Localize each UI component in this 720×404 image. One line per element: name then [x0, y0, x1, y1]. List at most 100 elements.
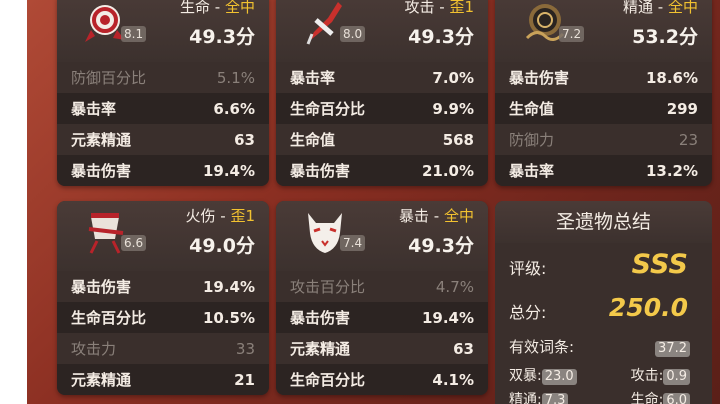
goblet-artifact-icon: [79, 207, 133, 259]
substat-value: 13.2%: [645, 161, 698, 180]
main-stat-label: 火伤 - 歪1: [185, 205, 255, 226]
main-stat-separator: -: [210, 0, 225, 16]
total-score-value: 250.0: [608, 293, 688, 322]
roll-tag: 歪1: [230, 207, 255, 225]
substat-row: 生命百分比 10.5%: [57, 302, 269, 333]
substat-name: 元素精通: [290, 340, 351, 358]
main-stat-separator: -: [653, 0, 668, 16]
artifact-card-goblet[interactable]: 6.6 火伤 - 歪1 49.0分 暴击伤害 19.4% 生命百分比 10.5% 攻击力 33 元…: [57, 201, 269, 395]
artifact-level-badge: 7.2: [559, 26, 585, 42]
substat-list: 攻击百分比 4.7% 暴击伤害 19.4% 元素精通 63 生命百分比 4.1%: [276, 271, 488, 395]
substat-list: 暴击伤害 18.6% 生命值 299 防御力 23 暴击率 13.2%: [495, 62, 712, 186]
substat-name: 暴击伤害: [71, 278, 132, 296]
substat-row: 生命百分比 4.1%: [276, 364, 488, 395]
substat-row: 暴击伤害 19.4%: [57, 271, 269, 302]
substat-row: 元素精通 21: [57, 364, 269, 395]
card-header: 7.4 暴击 - 全中 49.3分: [276, 201, 488, 271]
card-header: 8.0 攻击 - 歪1 49.3分: [276, 0, 488, 62]
main-stat-name: 暴击: [399, 207, 430, 225]
artifact-card-sands[interactable]: 7.2 精通 - 全中 53.2分 暴击伤害 18.6% 生命值 299 防御力 23 暴击率 13…: [495, 0, 712, 186]
artifact-card-flower[interactable]: 8.1 生命 - 全中 49.3分 防御百分比 5.1% 暴击率 6.6% 元素精通 63 暴击伤…: [57, 0, 269, 186]
roll-tag: 全中: [443, 207, 474, 225]
card-header: 8.1 生命 - 全中 49.3分: [57, 0, 269, 62]
summary-title: 圣遗物总结: [495, 201, 712, 243]
substat-name: 防御力: [509, 131, 555, 149]
main-stat-name: 火伤: [185, 207, 216, 225]
substat-name: 暴击伤害: [290, 309, 351, 327]
rating-label: 评级:: [509, 259, 547, 278]
substat-list: 防御百分比 5.1% 暴击率 6.6% 元素精通 63 暴击伤害 19.4%: [57, 62, 269, 186]
mask-artifact-icon: [298, 207, 352, 259]
artifact-score: 49.3分: [189, 26, 255, 48]
main-stat-label: 生命 - 全中: [180, 0, 255, 17]
substat-value: 19.4%: [202, 161, 255, 180]
substat-value: 4.7%: [435, 277, 474, 296]
substat-name: 生命值: [290, 131, 336, 149]
substat-row: 暴击率 13.2%: [495, 155, 712, 186]
substat-row: 暴击伤害 18.6%: [495, 62, 712, 93]
crit-value: 23.0: [541, 369, 577, 385]
substat-name: 防御百分比: [71, 69, 147, 87]
main-stat-separator: -: [434, 0, 450, 16]
substat-row: 暴击伤害 19.4%: [276, 302, 488, 333]
atk-value: 0.9: [663, 369, 690, 385]
substat-value: 63: [453, 339, 474, 358]
crit-label: 双暴:: [509, 368, 542, 384]
substat-name: 攻击百分比: [290, 278, 366, 296]
atk-label: 攻击:: [630, 368, 664, 384]
substat-row: 暴击率 7.0%: [276, 62, 488, 93]
main-stat-label: 暴击 - 全中: [399, 205, 474, 226]
flower-artifact-icon: [79, 0, 133, 50]
artifact-score: 49.3分: [408, 26, 474, 48]
hp-value: 6.0: [663, 393, 690, 404]
substat-name: 生命值: [509, 100, 555, 118]
substat-row: 生命值 299: [495, 93, 712, 124]
substat-name: 元素精通: [71, 131, 132, 149]
total-score-label: 总分:: [509, 303, 547, 322]
substat-name: 暴击率: [290, 69, 336, 87]
main-stat-label: 精通 - 全中: [623, 0, 698, 17]
substat-row: 元素精通 63: [57, 124, 269, 155]
sands-artifact-icon: [517, 0, 571, 50]
artifact-score: 49.3分: [408, 235, 474, 257]
card-header: 6.6 火伤 - 歪1 49.0分: [57, 201, 269, 271]
em-label: 精通:: [509, 392, 542, 404]
substat-row: 生命百分比 9.9%: [276, 93, 488, 124]
artifact-level-badge: 8.0: [340, 26, 366, 42]
substat-row: 暴击伤害 21.0%: [276, 155, 488, 186]
artifact-card-plume[interactable]: 8.0 攻击 - 歪1 49.3分 暴击率 7.0% 生命百分比 9.9% 生命值 568 暴击伤…: [276, 0, 488, 186]
roll-tag: 全中: [667, 0, 698, 16]
artifact-card-circlet[interactable]: 7.4 暴击 - 全中 49.3分攻击百分比 4.7% 暴击伤害 19.4% 元素精通 63 生…: [276, 201, 488, 395]
substat-value: 9.9%: [432, 99, 474, 118]
substat-name: 暴击伤害: [290, 162, 351, 180]
artifact-score: 53.2分: [632, 26, 698, 48]
substat-row: 防御百分比 5.1%: [57, 62, 269, 93]
substat-name: 暴击伤害: [71, 162, 132, 180]
substat-value: 33: [235, 339, 255, 358]
roll-tag: 歪1: [449, 0, 474, 16]
substat-row: 攻击力 33: [57, 333, 269, 364]
substat-row: 暴击率 6.6%: [57, 93, 269, 124]
substat-value: 63: [234, 130, 255, 149]
substat-value: 10.5%: [202, 308, 255, 327]
main-stat-separator: -: [429, 207, 444, 225]
substat-row: 元素精通 63: [276, 333, 488, 364]
substat-name: 生命百分比: [71, 309, 147, 327]
substat-value: 19.4%: [421, 308, 474, 327]
main-stat-name: 生命: [180, 0, 211, 16]
substat-row: 暴击伤害 19.4%: [57, 155, 269, 186]
substat-value: 299: [666, 99, 698, 118]
substat-row: 生命值 568: [276, 124, 488, 155]
card-header: 7.2 精通 - 全中 53.2分: [495, 0, 712, 62]
substat-row: 攻击百分比 4.7%: [276, 271, 488, 302]
artifact-level-badge: 7.4: [340, 235, 366, 251]
substat-name: 生命百分比: [290, 371, 366, 389]
substat-value: 21.0%: [421, 161, 474, 180]
main-stat-label: 攻击 - 歪1: [404, 0, 474, 17]
substat-name: 生命百分比: [290, 100, 366, 118]
substat-list: 暴击率 7.0% 生命百分比 9.9% 生命值 568 暴击伤害 21.0%: [276, 62, 488, 186]
substat-name: 暴击伤害: [509, 69, 570, 87]
substat-name: 暴击率: [71, 100, 117, 118]
substat-name: 元素精通: [71, 371, 132, 389]
hp-label: 生命:: [630, 392, 664, 404]
